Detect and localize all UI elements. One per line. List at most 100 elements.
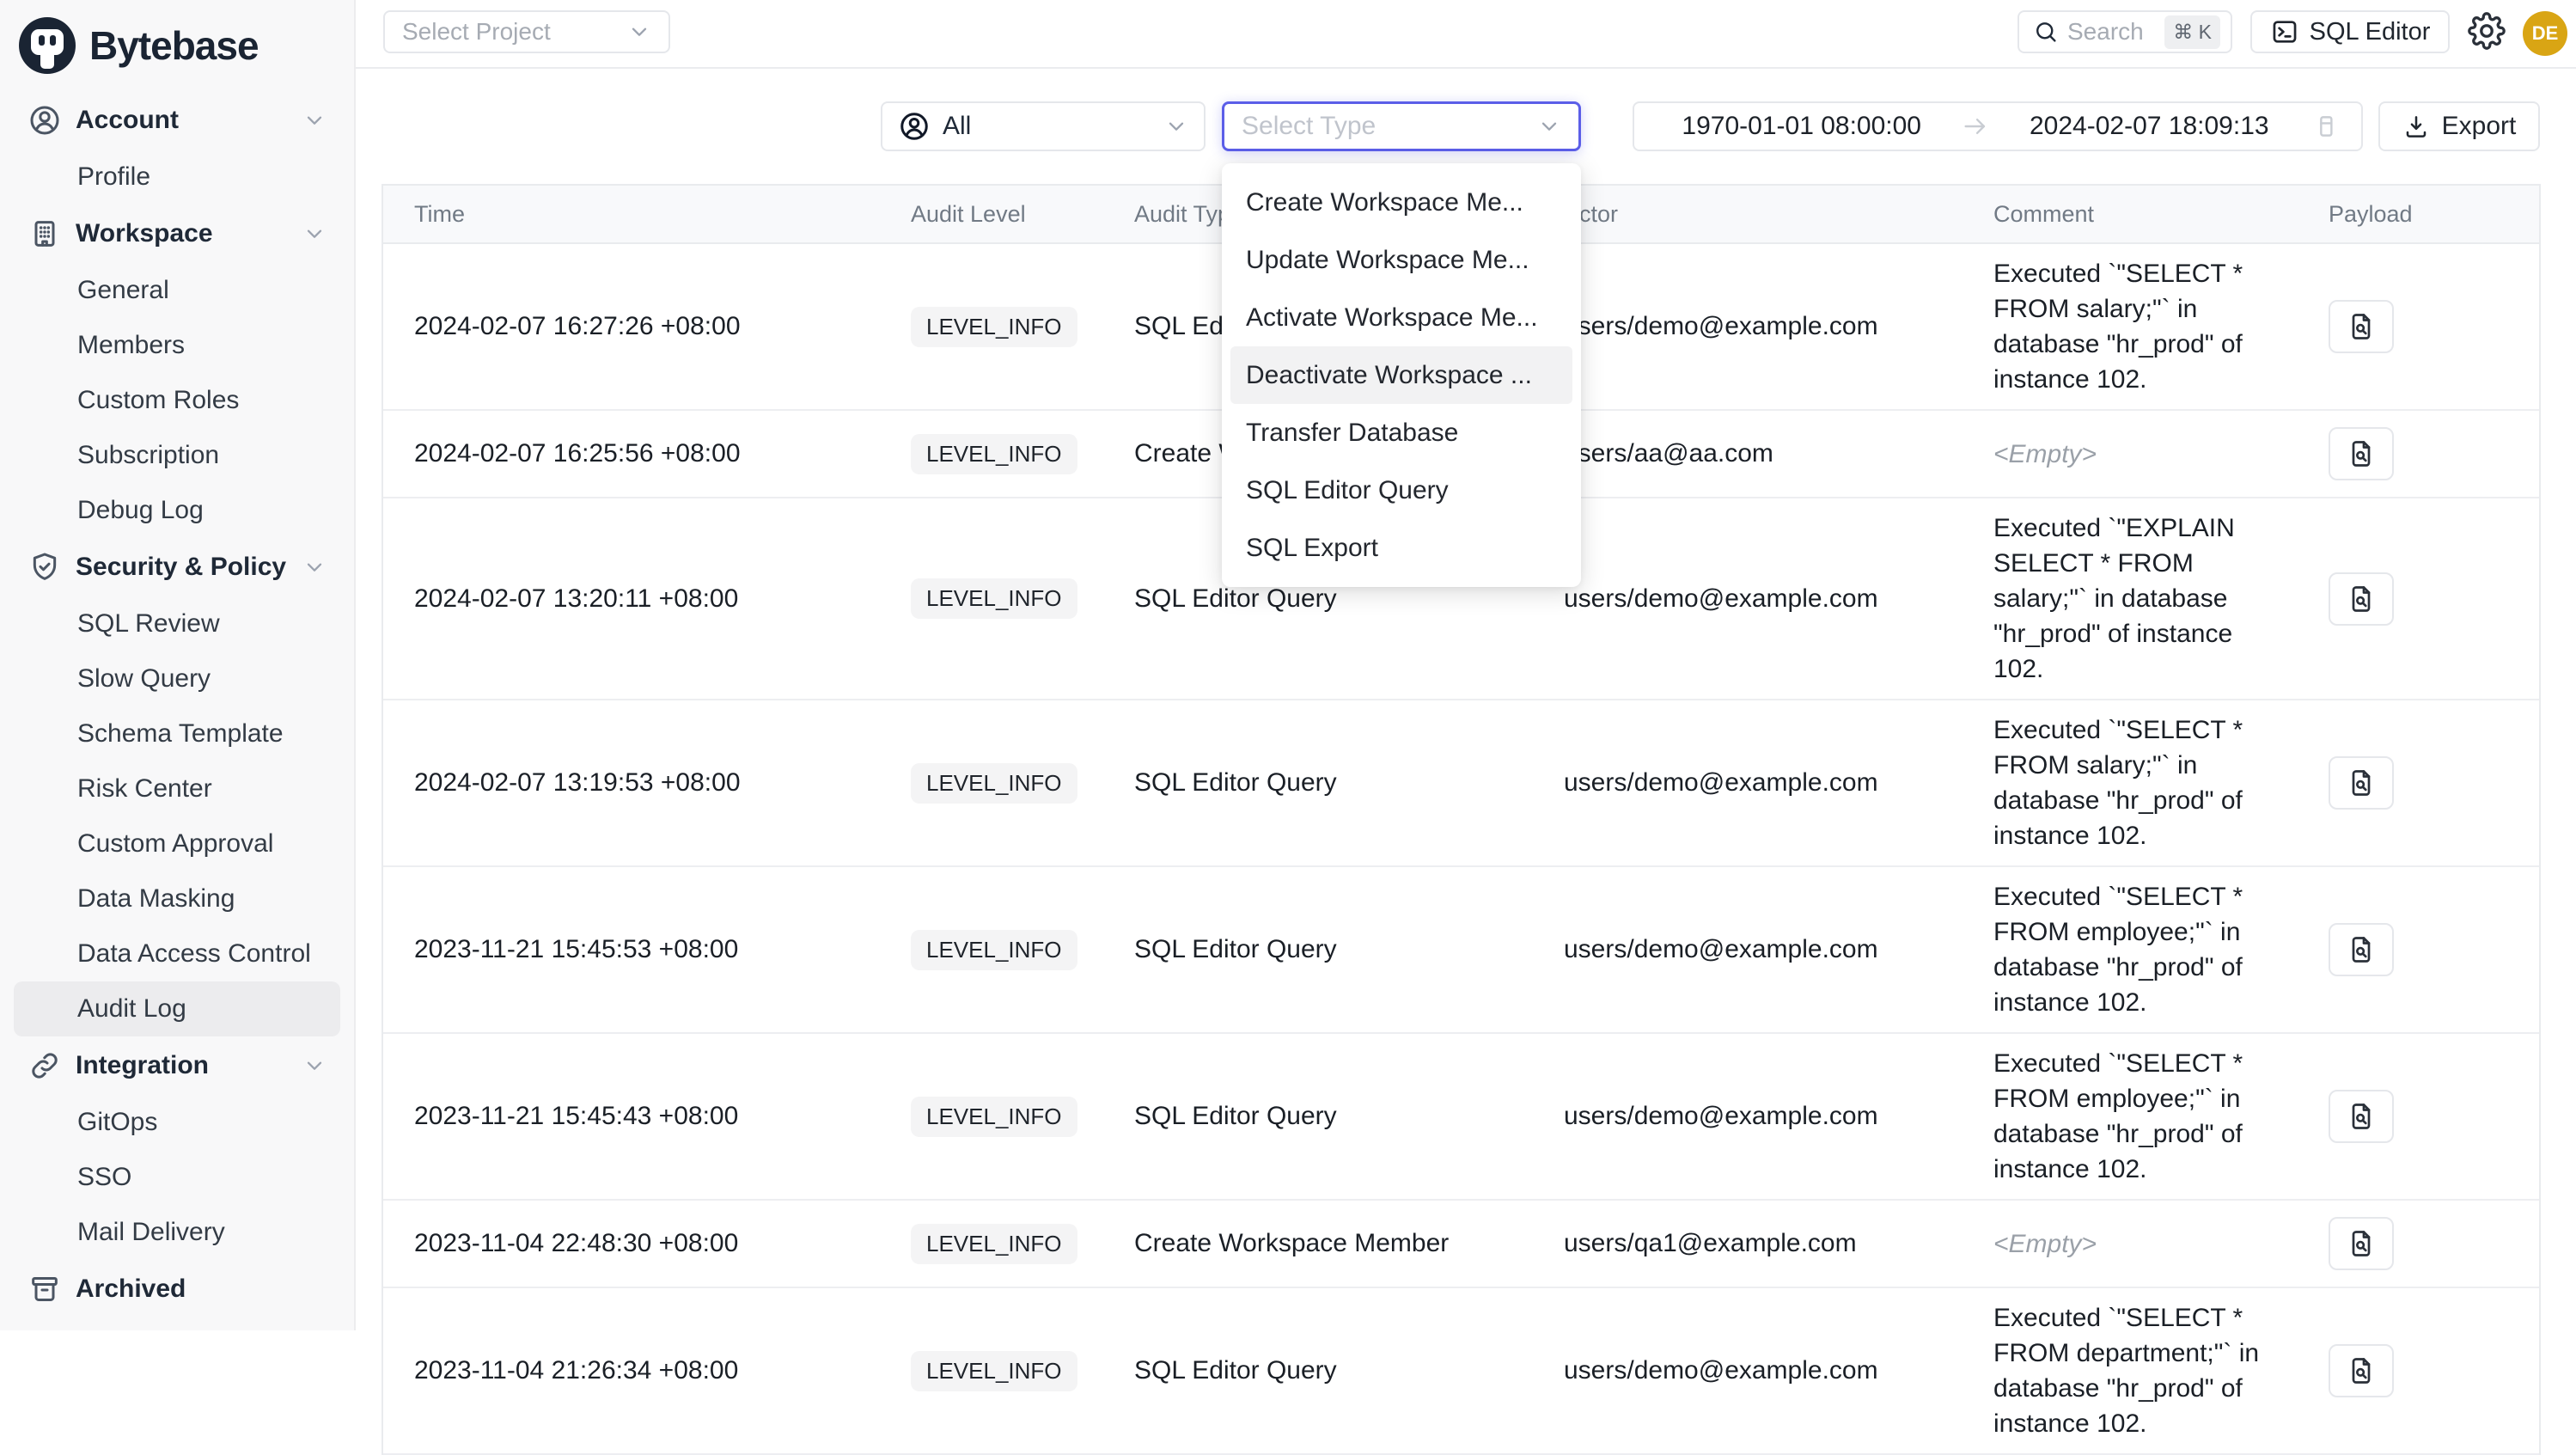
actor-filter-select[interactable]: All	[881, 101, 1206, 151]
cell-payload	[2304, 1217, 2539, 1270]
view-payload-button[interactable]	[2329, 1217, 2394, 1270]
table-row[interactable]: 2023-11-04 22:48:30 +08:00 LEVEL_INFO Cr…	[383, 1201, 2539, 1288]
brand-name: Bytebase	[89, 22, 259, 69]
bytebase-logo[interactable]: Bytebase	[0, 0, 354, 91]
sidebar-item-schema-template[interactable]: Schema Template	[14, 706, 340, 761]
view-payload-button[interactable]	[2329, 572, 2394, 626]
sidebar-group-security-policy[interactable]: Security & Policy	[14, 538, 340, 596]
view-payload-button[interactable]	[2329, 1090, 2394, 1143]
cell-comment: <Empty>	[1969, 437, 2304, 472]
sidebar-item-debug-log[interactable]: Debug Log	[14, 483, 340, 538]
sidebar-group-account[interactable]: Account	[14, 91, 340, 150]
view-payload-button[interactable]	[2329, 1344, 2394, 1397]
sidebar-group-label: Workspace	[76, 219, 213, 248]
sidebar-item-mail-delivery[interactable]: Mail Delivery	[14, 1205, 340, 1260]
cell-audit-level: LEVEL_INFO	[887, 307, 1110, 347]
dropdown-option-update-workspace-me[interactable]: Update Workspace Me...	[1230, 231, 1572, 289]
sidebar-item-profile[interactable]: Profile	[14, 150, 340, 205]
sidebar-item-label: GitOps	[77, 1108, 157, 1137]
sidebar-item-custom-approval[interactable]: Custom Approval	[14, 816, 340, 871]
date-to[interactable]: 2024-02-07 18:09:13	[2030, 112, 2269, 141]
table-row[interactable]: 2023-11-21 15:45:53 +08:00 LEVEL_INFO SQ…	[383, 867, 2539, 1034]
sidebar-item-label: Members	[77, 331, 185, 360]
date-from[interactable]: 1970-01-01 08:00:00	[1682, 112, 1921, 141]
audit-level-badge: LEVEL_INFO	[911, 763, 1077, 804]
download-icon	[2402, 113, 2430, 140]
sidebar-group-label: Account	[76, 106, 179, 135]
dropdown-option-transfer-database[interactable]: Transfer Database	[1230, 404, 1572, 462]
table-row[interactable]: 2023-11-04 21:26:34 +08:00 LEVEL_INFO SQ…	[383, 1288, 2539, 1455]
view-payload-button[interactable]	[2329, 756, 2394, 810]
sidebar-item-label: Schema Template	[77, 719, 284, 749]
avatar[interactable]: DE	[2523, 11, 2567, 56]
audit-level-badge: LEVEL_INFO	[911, 930, 1077, 970]
dropdown-option-sql-editor-query[interactable]: SQL Editor Query	[1230, 462, 1572, 519]
column-header-time: Time	[383, 201, 887, 228]
audit-level-badge: LEVEL_INFO	[911, 1224, 1077, 1264]
sidebar-group-integration[interactable]: Integration	[14, 1036, 340, 1095]
dropdown-option-activate-workspace-me[interactable]: Activate Workspace Me...	[1230, 289, 1572, 346]
building-icon	[27, 217, 62, 251]
cell-audit-type: Create Workspace Member	[1110, 1229, 1540, 1258]
search-input[interactable]: Search ⌘ K	[2017, 10, 2232, 53]
sidebar-group-label: Security & Policy	[76, 553, 286, 582]
sidebar-group-label: Archived	[76, 1275, 186, 1304]
sidebar-item-risk-center[interactable]: Risk Center	[14, 761, 340, 816]
cell-payload	[2304, 923, 2539, 976]
sidebar-item-sql-review[interactable]: SQL Review	[14, 596, 340, 651]
settings-gear-icon[interactable]	[2468, 12, 2509, 53]
sidebar-item-custom-roles[interactable]: Custom Roles	[14, 373, 340, 428]
sidebar-item-general[interactable]: General	[14, 263, 340, 318]
sidebar-item-gitops[interactable]: GitOps	[14, 1095, 340, 1150]
sidebar-group-archived[interactable]: Archived	[14, 1260, 340, 1318]
sidebar-item-label: Profile	[77, 162, 150, 192]
sidebar-item-data-masking[interactable]: Data Masking	[14, 871, 340, 926]
view-payload-button[interactable]	[2329, 300, 2394, 353]
table-row[interactable]: 2024-02-07 13:19:53 +08:00 LEVEL_INFO SQ…	[383, 700, 2539, 867]
project-select[interactable]: Select Project	[383, 10, 670, 53]
cell-time: 2024-02-07 16:27:26 +08:00	[383, 312, 887, 341]
dropdown-option-deactivate-workspace[interactable]: Deactivate Workspace ...	[1230, 346, 1572, 404]
cell-time: 2023-11-04 22:48:30 +08:00	[383, 1229, 887, 1258]
sidebar-item-label: Mail Delivery	[77, 1218, 225, 1247]
cell-time: 2023-11-21 15:45:43 +08:00	[383, 1102, 887, 1131]
chevron-down-icon	[627, 20, 651, 44]
sidebar-item-data-access-control[interactable]: Data Access Control	[14, 926, 340, 981]
sidebar-group-workspace[interactable]: Workspace	[14, 205, 340, 263]
type-filter-select[interactable]: Select Type	[1222, 101, 1581, 151]
sql-editor-button[interactable]: SQL Editor	[2250, 10, 2450, 53]
audit-level-badge: LEVEL_INFO	[911, 434, 1077, 474]
sidebar-item-slow-query[interactable]: Slow Query	[14, 651, 340, 706]
view-payload-button[interactable]	[2329, 427, 2394, 480]
dropdown-option-create-workspace-me[interactable]: Create Workspace Me...	[1230, 174, 1572, 231]
view-payload-button[interactable]	[2329, 923, 2394, 976]
calendar-icon	[2311, 112, 2341, 141]
column-header-payload: Payload	[2304, 201, 2539, 228]
sidebar-item-audit-log[interactable]: Audit Log	[14, 981, 340, 1036]
column-header-audit-level: Audit Level	[887, 201, 1110, 228]
chevron-down-icon	[302, 555, 327, 579]
search-placeholder: Search	[2067, 18, 2144, 46]
cell-audit-level: LEVEL_INFO	[887, 930, 1110, 970]
table-row[interactable]: 2023-11-21 15:45:43 +08:00 LEVEL_INFO SQ…	[383, 1034, 2539, 1201]
project-select-placeholder: Select Project	[402, 18, 551, 46]
audit-level-badge: LEVEL_INFO	[911, 307, 1077, 347]
cell-actor: users/demo@example.com	[1540, 1102, 1969, 1131]
cell-payload	[2304, 756, 2539, 810]
export-button[interactable]: Export	[2378, 101, 2540, 151]
date-range-picker[interactable]: 1970-01-01 08:00:00 2024-02-07 18:09:13	[1633, 101, 2363, 151]
cell-comment: Executed `"EXPLAIN SELECT * FROM salary;…	[1969, 510, 2304, 687]
cell-time: 2024-02-07 13:19:53 +08:00	[383, 768, 887, 798]
cell-payload	[2304, 572, 2539, 626]
sidebar-item-sso[interactable]: SSO	[14, 1150, 340, 1205]
dropdown-option-sql-export[interactable]: SQL Export	[1230, 519, 1572, 577]
sidebar-item-label: Subscription	[77, 441, 219, 470]
chevron-down-icon	[1537, 114, 1561, 138]
search-shortcut-badge: ⌘ K	[2164, 15, 2220, 49]
cell-actor: users/demo@example.com	[1540, 768, 1969, 798]
sidebar-item-members[interactable]: Members	[14, 318, 340, 373]
sidebar-item-subscription[interactable]: Subscription	[14, 428, 340, 483]
audit-level-badge: LEVEL_INFO	[911, 578, 1077, 619]
cell-audit-type: SQL Editor Query	[1110, 584, 1540, 614]
cell-audit-level: LEVEL_INFO	[887, 434, 1110, 474]
